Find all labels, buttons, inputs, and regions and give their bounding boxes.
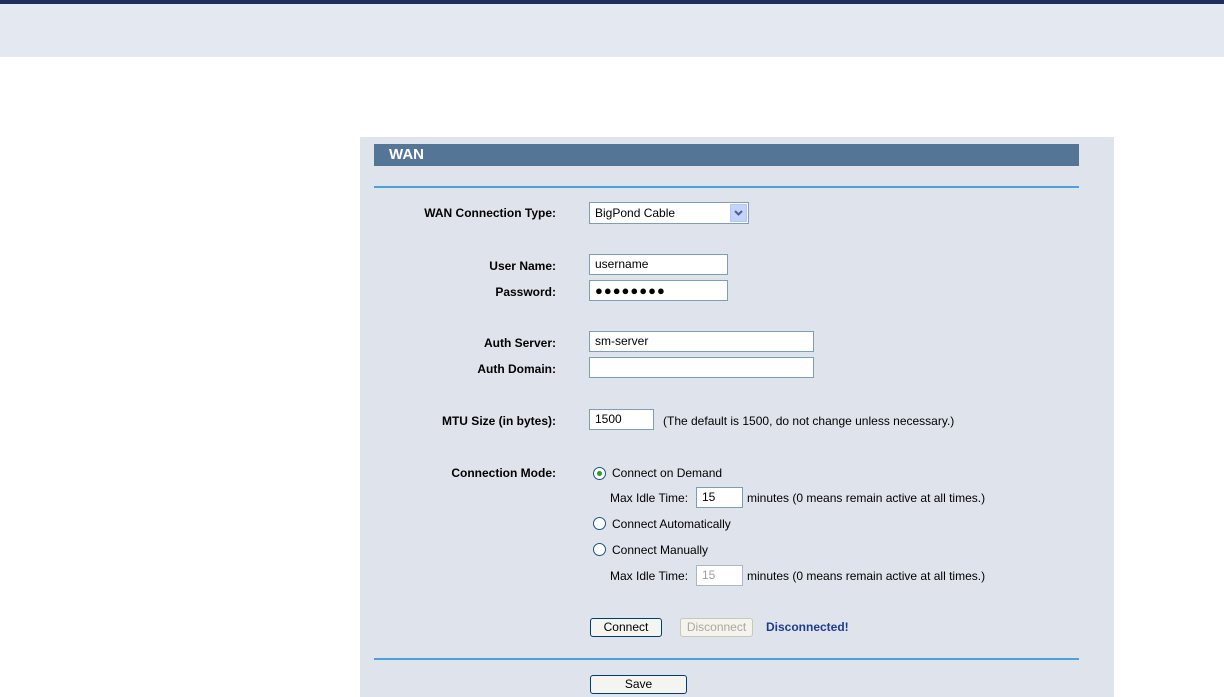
section-title: WAN <box>389 146 424 163</box>
demand-idle-input[interactable]: 15 <box>696 487 743 508</box>
auth-server-input[interactable]: sm-server <box>589 331 814 352</box>
manual-idle-label: Max Idle Time: <box>610 569 689 583</box>
save-button[interactable]: Save <box>590 675 687 694</box>
password-label: Password: <box>495 285 556 299</box>
wan-panel: WAN WAN Connection Type: BigPond Cable U… <box>360 137 1114 697</box>
auth-domain-label: Auth Domain: <box>477 362 556 376</box>
auth-domain-input[interactable] <box>589 357 814 378</box>
username-label: User Name: <box>489 259 556 273</box>
manual-idle-input[interactable]: 15 <box>696 565 743 586</box>
connect-manually-label: Connect Manually <box>612 543 709 557</box>
radio-connect-automatically[interactable] <box>593 517 606 530</box>
connection-status: Disconnected! <box>766 620 849 634</box>
mtu-input[interactable]: 1500 <box>589 409 654 430</box>
chevron-down-icon[interactable] <box>730 204 747 222</box>
connection-mode-label: Connection Mode: <box>451 466 556 480</box>
header-band <box>0 4 1224 57</box>
bottom-divider <box>374 658 1079 660</box>
auth-server-label: Auth Server: <box>483 336 556 350</box>
disconnect-button[interactable]: Disconnect <box>680 618 753 637</box>
connect-on-demand-label: Connect on Demand <box>612 466 723 480</box>
section-title-bar: WAN <box>374 144 1079 166</box>
wan-type-value: BigPond Cable <box>595 206 676 220</box>
connect-button[interactable]: Connect <box>590 618 662 637</box>
radio-connect-manually[interactable] <box>593 543 606 556</box>
wan-type-label: WAN Connection Type: <box>424 206 556 220</box>
mtu-label: MTU Size (in bytes): <box>441 414 556 428</box>
demand-idle-hint: minutes (0 means remain active at all ti… <box>747 491 986 505</box>
demand-idle-label: Max Idle Time: <box>610 491 689 505</box>
connect-automatically-label: Connect Automatically <box>612 517 731 531</box>
radio-connect-on-demand[interactable] <box>593 467 606 480</box>
mtu-hint: (The default is 1500, do not change unle… <box>663 414 955 428</box>
password-input[interactable]: ●●●●●●●● <box>589 280 728 301</box>
manual-idle-hint: minutes (0 means remain active at all ti… <box>747 569 986 583</box>
top-divider <box>374 186 1079 188</box>
username-input[interactable]: username <box>589 254 728 275</box>
wan-type-select[interactable]: BigPond Cable <box>589 202 749 224</box>
